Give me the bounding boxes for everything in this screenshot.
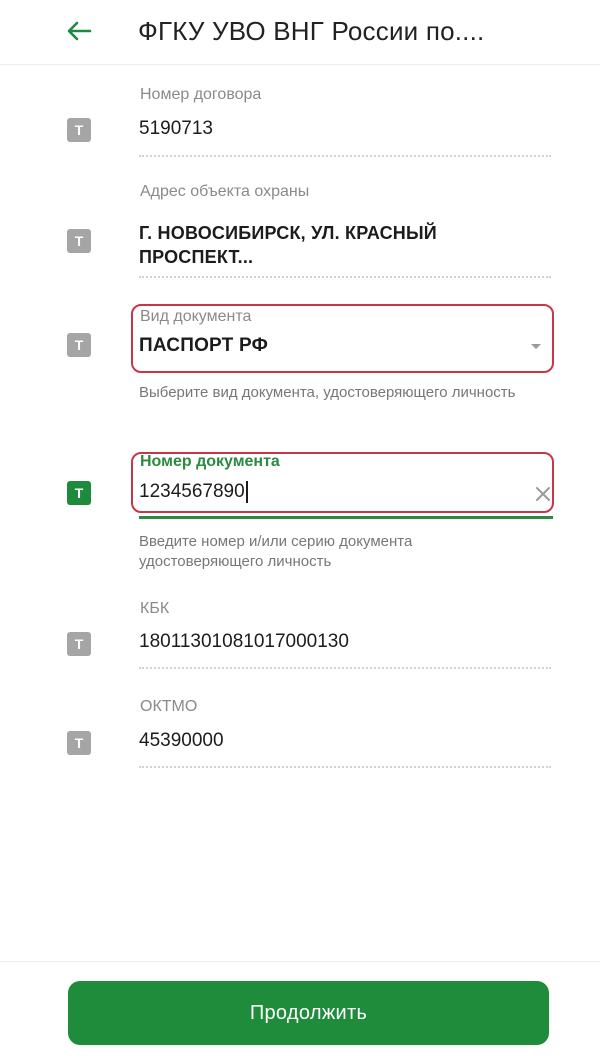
field-label: ОКТМО	[140, 698, 198, 715]
field-underline	[139, 155, 551, 157]
field-hint: Выберите вид документа, удостоверяющего …	[139, 384, 516, 401]
field-value: ПАСПОРТ РФ	[139, 335, 269, 356]
text-field-icon: T	[67, 333, 91, 357]
top-bar: ФГКУ УВО ВНГ России по....	[0, 0, 600, 65]
text-field-icon: T	[67, 481, 91, 505]
document-number-input[interactable]: 1234567890	[139, 481, 248, 503]
input-text: 1234567890	[139, 481, 245, 503]
field-underline	[139, 667, 551, 669]
field-hint: Введите номер и/или серию документа удос…	[139, 533, 413, 570]
continue-button[interactable]: Продолжить	[68, 981, 549, 1045]
page-title: ФГКУ УВО ВНГ России по....	[138, 16, 485, 46]
text-field-icon: T	[67, 118, 91, 142]
arrow-left-icon	[67, 21, 92, 41]
field-value: 5190713	[139, 118, 213, 139]
field-value: 18011301081017000130	[139, 631, 349, 652]
text-field-icon: T	[67, 731, 91, 755]
field-value: 45390000	[139, 730, 224, 751]
field-label: Адрес объекта охраны	[140, 183, 310, 200]
field-label: КБК	[140, 600, 170, 617]
text-field-icon: T	[67, 632, 91, 656]
chevron-down-icon[interactable]	[530, 343, 542, 351]
footer-divider	[0, 961, 600, 962]
field-value-line-2: ПРОСПЕКТ...	[139, 247, 254, 267]
text-field-icon: T	[67, 229, 91, 253]
field-underline	[139, 766, 551, 768]
field-underline-active	[139, 516, 553, 519]
back-button[interactable]	[62, 14, 96, 48]
field-label: Номер договора	[140, 86, 262, 103]
field-underline	[139, 276, 551, 278]
field-label: Номер документа	[140, 453, 280, 470]
clear-icon[interactable]	[535, 486, 551, 502]
field-label: Вид документа	[140, 308, 252, 325]
field-value-line-1: Г. НОВОСИБИРСК, УЛ. КРАСНЫЙ	[139, 223, 437, 243]
text-cursor	[245, 481, 248, 503]
